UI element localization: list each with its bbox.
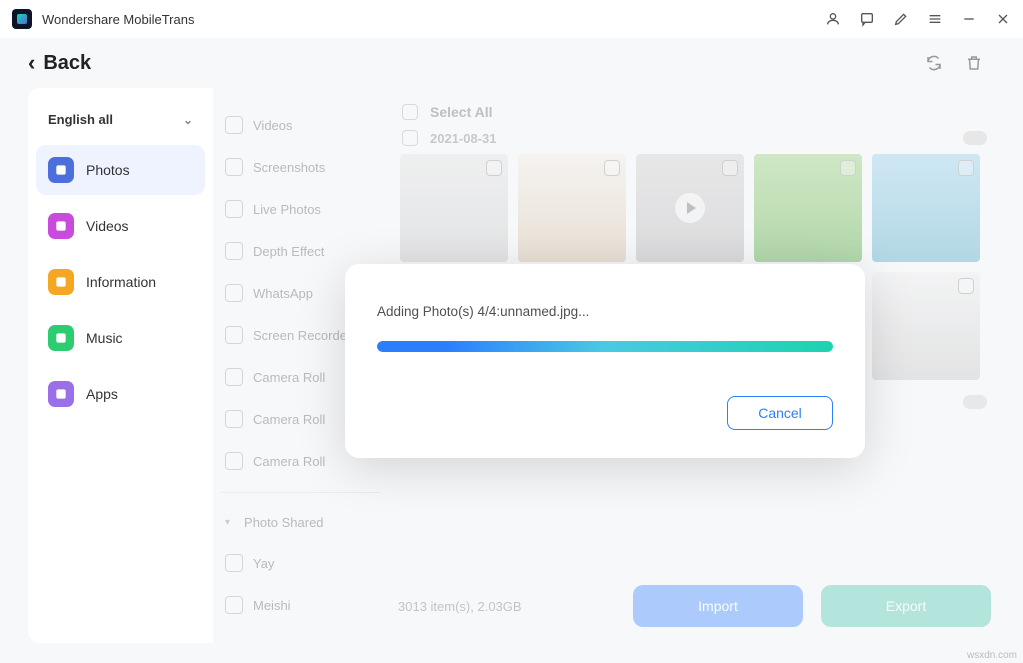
shared-album-item[interactable]: Yay [217,542,384,584]
edit-icon[interactable] [893,11,909,27]
shared-album-item[interactable]: Meishi [217,584,384,626]
play-icon [675,193,705,223]
album-icon [225,158,243,176]
thumbnail-checkbox[interactable] [486,160,502,176]
album-icon [225,326,243,344]
sidebar-item-label: Apps [86,386,118,402]
import-button[interactable]: Import [633,585,803,627]
back-row: ‹ Back [0,38,1023,88]
sidebar-item-information[interactable]: Information [36,257,205,307]
date-group-label: 2021-08-31 [430,131,497,146]
sidebar-item-music[interactable]: Music [36,313,205,363]
minimize-icon[interactable] [961,11,977,27]
album-item[interactable]: Videos [217,104,384,146]
date-group-checkbox[interactable] [402,130,418,146]
sidebar: English all ⌄ Photos Videos Information … [28,88,213,643]
album-item[interactable]: Screenshots [217,146,384,188]
caret-down-icon: ▾ [225,517,230,528]
photo-thumbnail[interactable] [754,154,862,262]
album-icon [225,116,243,134]
information-icon [48,269,74,295]
album-icon [225,554,243,572]
album-icon [225,200,243,218]
sidebar-item-label: Photos [86,162,130,178]
sidebar-item-label: Music [86,330,123,346]
count-pill [963,395,987,409]
chevron-down-icon: ⌄ [183,113,193,127]
photo-shared-header[interactable]: ▾ Photo Shared [217,503,384,542]
album-icon [225,242,243,260]
album-icon [225,368,243,386]
thumbnail-checkbox[interactable] [958,278,974,294]
progress-bar [377,341,833,352]
sidebar-item-videos[interactable]: Videos [36,201,205,251]
back-button[interactable]: ‹ Back [28,50,91,76]
trash-icon[interactable] [965,54,983,72]
count-pill [963,131,987,145]
select-all-checkbox[interactable] [402,104,418,120]
thumbnail-checkbox[interactable] [604,160,620,176]
footer-bar: 3013 item(s), 2.03GB Import Export [388,569,1001,643]
language-selector[interactable]: English all ⌄ [36,106,205,145]
titlebar: Wondershare MobileTrans [0,0,1023,38]
watermark: wsxdn.com [967,650,1017,661]
export-button[interactable]: Export [821,585,991,627]
progress-dialog: Adding Photo(s) 4/4:unnamed.jpg... Cance… [345,264,865,458]
refresh-icon[interactable] [925,54,943,72]
chevron-left-icon: ‹ [28,50,35,76]
photos-icon [48,157,74,183]
close-icon[interactable] [995,11,1011,27]
photo-thumbnail[interactable] [400,154,508,262]
album-icon [225,410,243,428]
app-logo [12,9,32,29]
app-title: Wondershare MobileTrans [42,12,194,27]
music-icon [48,325,74,351]
photo-thumbnail[interactable] [636,154,744,262]
album-icon [225,452,243,470]
back-label: Back [43,52,91,75]
photo-thumbnail[interactable] [872,272,980,380]
sidebar-item-photos[interactable]: Photos [36,145,205,195]
photo-thumbnail[interactable] [872,154,980,262]
sidebar-item-label: Videos [86,218,129,234]
select-all-label: Select All [430,104,493,120]
feedback-icon[interactable] [859,11,875,27]
progress-fill [377,341,833,352]
videos-icon [48,213,74,239]
sidebar-item-label: Information [86,274,156,290]
thumbnail-checkbox[interactable] [958,160,974,176]
album-item[interactable]: Live Photos [217,188,384,230]
language-label: English all [48,112,113,127]
user-icon[interactable] [825,11,841,27]
thumbnail-checkbox[interactable] [722,160,738,176]
menu-icon[interactable] [927,11,943,27]
apps-icon [48,381,74,407]
cancel-button[interactable]: Cancel [727,396,833,430]
photo-thumbnail[interactable] [518,154,626,262]
thumbnail-checkbox[interactable] [840,160,856,176]
album-icon [225,284,243,302]
item-stats: 3013 item(s), 2.03GB [398,599,522,614]
sidebar-item-apps[interactable]: Apps [36,369,205,419]
progress-message: Adding Photo(s) 4/4:unnamed.jpg... [377,304,833,319]
album-icon [225,596,243,614]
